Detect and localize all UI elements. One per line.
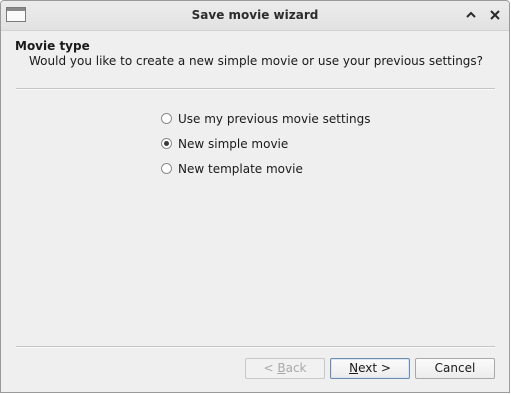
title-bar[interactable]: Save movie wizard [1, 1, 509, 31]
option-new-template-movie[interactable]: New template movie [161, 156, 370, 181]
next-button-mnemonic: N [349, 361, 359, 375]
page-title: Movie type [15, 39, 90, 53]
back-button-rest: ack [285, 361, 307, 375]
footer-separator [16, 346, 495, 348]
option-previous-settings[interactable]: Use my previous movie settings [161, 106, 370, 131]
option-new-simple-movie[interactable]: New simple movie [161, 131, 370, 156]
close-icon[interactable] [488, 8, 502, 22]
radio-button[interactable] [161, 163, 172, 174]
chevron-up-icon[interactable] [464, 8, 478, 22]
option-label[interactable]: New simple movie [178, 137, 288, 151]
page-header: Movie type Would you like to create a ne… [15, 39, 495, 69]
back-button-mnemonic: B [277, 361, 286, 375]
next-button[interactable]: Next > [330, 358, 410, 379]
window-title: Save movie wizard [191, 8, 319, 22]
back-button-prefix: < [263, 361, 278, 375]
back-button[interactable]: < Back [245, 358, 325, 379]
movie-type-options: Use my previous movie settings New simpl… [161, 106, 370, 181]
wizard-content: Movie type Would you like to create a ne… [1, 31, 509, 392]
page-description: Would you like to create a new simple mo… [29, 54, 484, 68]
option-label[interactable]: New template movie [178, 162, 303, 176]
radio-button-selected[interactable] [161, 138, 172, 149]
radio-button[interactable] [161, 113, 172, 124]
header-separator [16, 88, 495, 90]
wizard-window: Save movie wizard Movie type Would you l… [0, 0, 510, 393]
next-button-rest: ext > [358, 361, 391, 375]
option-label[interactable]: Use my previous movie settings [178, 112, 370, 126]
cancel-button[interactable]: Cancel [415, 358, 495, 379]
